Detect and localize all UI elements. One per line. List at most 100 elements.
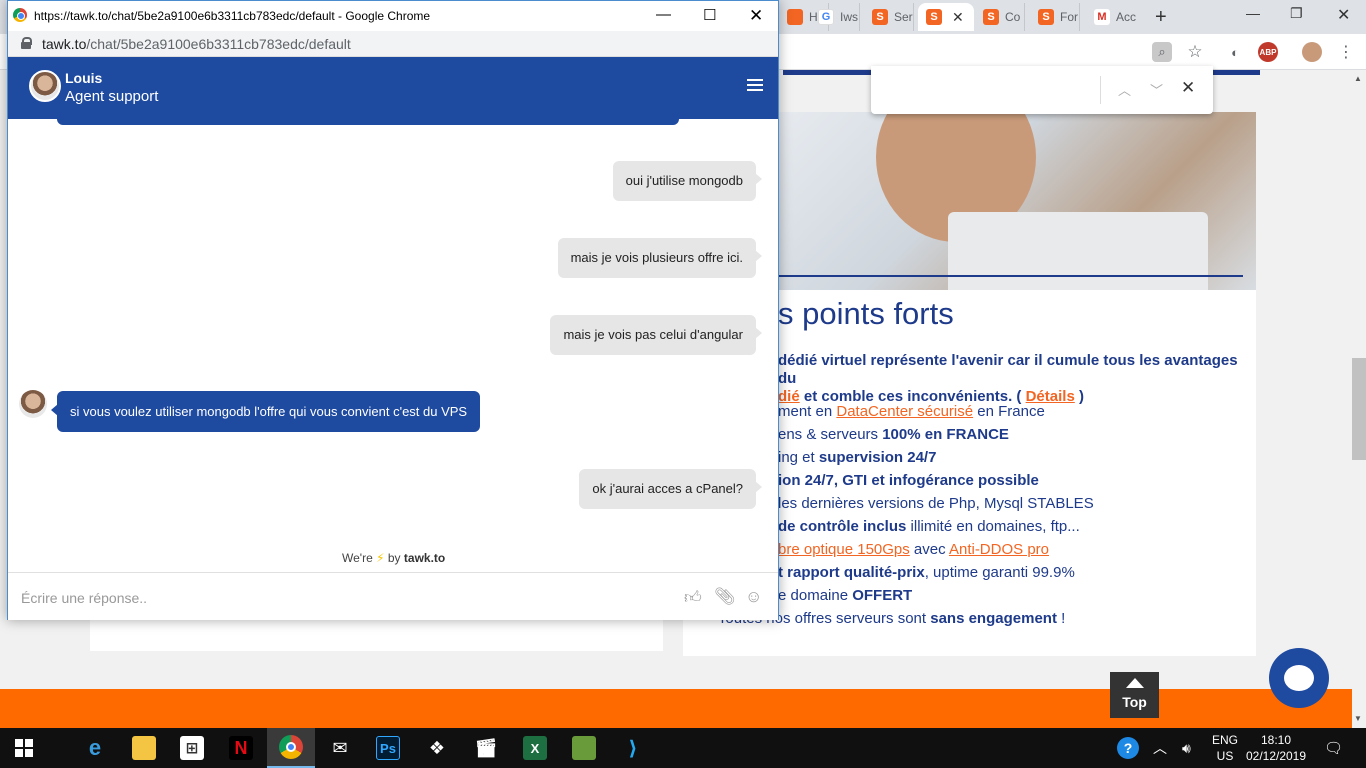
chrome-icon — [13, 8, 27, 22]
close-window-icon[interactable]: ✕ — [1337, 5, 1350, 25]
folder-icon — [132, 736, 156, 760]
popup-url: tawk.to/chat/5be2a9100e6b3311cb783edc/de… — [42, 36, 351, 52]
orange-s-icon: S — [872, 9, 888, 25]
notifications-icon[interactable]: 🗨︎ — [1324, 728, 1343, 768]
find-previous-icon[interactable]: ︿ — [1118, 80, 1131, 99]
back-to-top-button[interactable]: Top — [1110, 672, 1159, 718]
feature-line: les dernières versions de Php, Mysql STA… — [778, 495, 1094, 512]
photoshop-app[interactable]: Ps — [364, 728, 412, 768]
intro-text: dédié virtuel représente l'avenir car il… — [778, 352, 1238, 405]
close-window-icon[interactable]: ✕ — [749, 6, 763, 26]
windows-taskbar: e ⊞ N ✉ Ps ❖ 🎬︎ X ⟩ ? ︿ 🔊︎ ENG US 18:10 02… — [0, 728, 1366, 768]
volume-icon[interactable]: 🔊︎ — [1182, 728, 1191, 768]
message-input[interactable] — [21, 587, 621, 609]
minimize-icon[interactable]: — — [1246, 5, 1260, 21]
orange-s-icon: S — [1038, 9, 1054, 25]
agent-name: Louis — [65, 70, 103, 86]
datacenter-link[interactable]: DataCenter sécurisé — [836, 403, 973, 420]
dark-mode-extension-icon[interactable]: ◐ — [1225, 42, 1245, 62]
popup-address-bar[interactable]: tawk.to/chat/5be2a9100e6b3311cb783edc/de… — [8, 31, 778, 57]
attachment-icon[interactable]: 📎︎ — [714, 587, 736, 607]
browser-tab-active[interactable]: S ✕ — [918, 3, 974, 31]
browser-tab[interactable]: S For — [1030, 3, 1080, 31]
bookmark-star-icon[interactable]: ☆ — [1185, 42, 1205, 62]
file-explorer-app[interactable] — [120, 728, 168, 768]
video-editor-app[interactable]: 🎬︎ — [462, 728, 510, 768]
dropbox-icon: ❖ — [428, 737, 446, 758]
chat-messages[interactable]: oui j'utilise mongodb mais je vois plusi… — [8, 119, 778, 549]
browser-tab[interactable]: M Acc — [1086, 3, 1136, 31]
emoji-icon[interactable]: ☺ — [745, 587, 762, 607]
feature-line: ing et supervision 24/7 — [778, 449, 937, 466]
find-input[interactable] — [881, 78, 1091, 102]
gmail-icon: M — [1094, 9, 1110, 25]
lock-icon — [21, 37, 32, 49]
orange-s-icon: S — [983, 9, 999, 25]
language-indicator[interactable]: ENG US — [1210, 732, 1240, 764]
lightning-icon: ⚡ — [376, 551, 385, 565]
google-icon: G — [818, 9, 834, 25]
browser-tab[interactable]: S Co — [975, 3, 1025, 31]
vscode-app[interactable]: ⟩ — [609, 728, 657, 768]
find-next-icon[interactable]: ﹀ — [1150, 80, 1163, 99]
netflix-app[interactable]: N — [217, 728, 265, 768]
new-tab-plus-icon[interactable]: + — [1155, 6, 1167, 29]
minecraft-app[interactable] — [560, 728, 608, 768]
scroll-down-icon[interactable]: ▼ — [1354, 714, 1362, 723]
feature-line: bre optique 150Gps avec Anti-DDOS pro — [778, 541, 1049, 558]
feature-line: e domaine OFFERT — [778, 587, 913, 604]
more-menu-icon[interactable]: ⋮ — [1336, 42, 1356, 62]
page-heading: s points forts — [778, 296, 954, 331]
scroll-up-icon[interactable]: ▲ — [1354, 74, 1362, 83]
scrollbar-thumb[interactable] — [1352, 358, 1366, 460]
minecraft-icon — [572, 736, 596, 760]
agent-message-bubble: si vous voulez utiliser mongodb l'offre … — [50, 391, 481, 432]
chevron-up-icon[interactable]: ︿ — [1153, 728, 1167, 768]
popup-title: https://tawk.to/chat/5be2a9100e6b3311cb7… — [34, 9, 431, 23]
chat-widget-button[interactable] — [1269, 648, 1329, 708]
windows-logo-icon — [15, 739, 33, 757]
profile-avatar[interactable] — [1302, 42, 1322, 62]
maximize-icon[interactable]: ☐ — [703, 6, 716, 24]
chat-bubble-icon — [1284, 665, 1314, 691]
powered-by[interactable]: We're ⚡ by tawk.to — [342, 551, 445, 565]
close-tab-icon[interactable]: ✕ — [952, 9, 964, 26]
dropbox-app[interactable]: ❖ — [413, 728, 461, 768]
browser-tab[interactable]: S Ser — [864, 3, 914, 31]
store-icon: ⊞ — [180, 736, 204, 760]
visitor-message-bubble: oui j'utilise mongodb — [612, 161, 763, 201]
vscode-icon: ⟩ — [628, 737, 638, 760]
help-icon[interactable]: ? — [1117, 728, 1139, 768]
browser-tab[interactable]: G Iws — [810, 3, 860, 31]
feature-line: ment en DataCenter sécurisé en France — [778, 403, 1045, 420]
hamburger-menu-icon[interactable] — [747, 79, 763, 93]
photoshop-icon: Ps — [376, 736, 400, 760]
adblock-icon[interactable]: ABP — [1258, 42, 1278, 62]
chat-popup-window: https://tawk.to/chat/5be2a9100e6b3311cb7… — [7, 0, 779, 620]
feature-line: t rapport qualité-prix, uptime garanti 9… — [778, 564, 1075, 581]
store-app[interactable]: ⊞ — [168, 728, 216, 768]
thumbs-up-icon[interactable]: 👍︎ — [684, 587, 702, 608]
find-close-icon[interactable]: ✕ — [1181, 78, 1195, 98]
excel-app[interactable]: X — [511, 728, 559, 768]
orange-page-icon — [787, 9, 803, 25]
chrome-app[interactable] — [267, 728, 315, 768]
agent-avatar — [19, 390, 47, 418]
clock[interactable]: 18:10 02/12/2019 — [1245, 732, 1307, 764]
orange-s-icon: S — [926, 9, 942, 25]
minimize-icon[interactable]: — — [656, 6, 671, 23]
netflix-icon: N — [229, 736, 253, 760]
fibre-link[interactable]: bre optique 150Gps — [778, 541, 910, 558]
feature-line: de contrôle inclus illimité en domaines,… — [778, 518, 1080, 535]
find-in-page-icon[interactable]: ⌕ — [1152, 42, 1172, 62]
popup-title-bar: https://tawk.to/chat/5be2a9100e6b3311cb7… — [8, 1, 778, 31]
restore-icon[interactable]: ❐ — [1290, 5, 1303, 22]
edge-app[interactable]: e — [71, 728, 119, 768]
agent-avatar — [29, 70, 61, 102]
start-button[interactable] — [0, 728, 48, 768]
find-bar: ︿ ﹀ ✕ — [871, 66, 1213, 114]
anti-ddos-link[interactable]: Anti-DDOS pro — [949, 541, 1049, 558]
message-composer: 👍︎ 📎︎ ☺ — [8, 572, 778, 620]
agent-role: Agent support — [65, 88, 159, 105]
mail-app[interactable]: ✉ — [316, 728, 364, 768]
